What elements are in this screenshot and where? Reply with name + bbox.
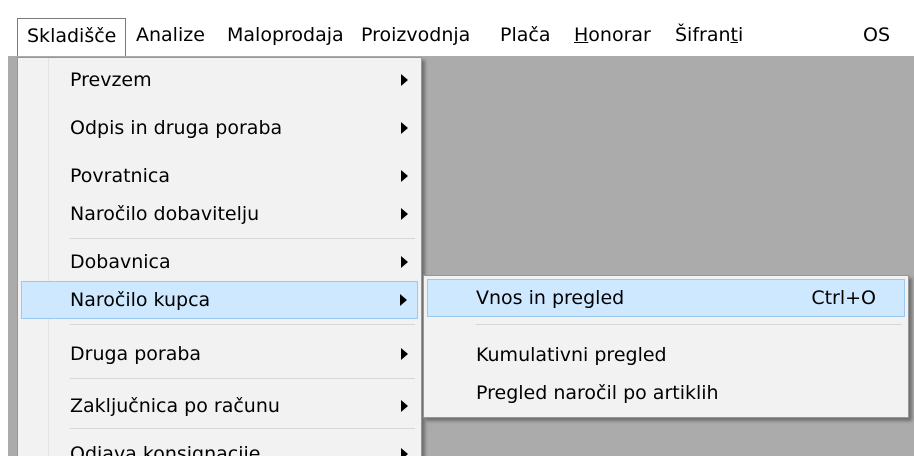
menu-separator (70, 324, 415, 325)
menu-item-povratnica[interactable]: Povratnica (21, 157, 418, 195)
menu-item-label: Prevzem (70, 69, 152, 91)
menubar-item-os[interactable]: OS (863, 18, 890, 52)
submenu-arrow-icon (401, 208, 408, 220)
menu-separator (70, 238, 415, 239)
menu-item-label: Odjava konsignacije (70, 443, 261, 456)
menubar-item-proizvodnja[interactable]: Proizvodnja (361, 18, 470, 52)
submenu-arrow-icon (401, 348, 408, 360)
submenu-arrow-icon (401, 256, 408, 268)
menu-item-label: Naročilo kupca (70, 289, 211, 311)
menu-item-prevzem[interactable]: Prevzem (21, 61, 418, 99)
menubar-item-sifranti-accesskey: t (730, 24, 738, 46)
keyboard-shortcut: Ctrl+O (811, 287, 876, 309)
submenu-arrow-icon (400, 294, 407, 306)
submenu-arrow-icon (401, 122, 408, 134)
menu-item-odpis[interactable]: Odpis in druga poraba (21, 109, 418, 147)
menubar-item-honorar-rest: onorar (588, 24, 651, 46)
menu-separator (476, 324, 902, 325)
application-window: Skladišče Analize Maloprodaja Proizvodnj… (0, 0, 914, 456)
menu-item-narocilo-kupca[interactable]: Naročilo kupca (21, 281, 418, 319)
submenu-item-label: Pregled naročil po artiklih (476, 382, 719, 404)
menu-item-label: Dobavnica (70, 251, 171, 273)
menubar-item-maloprodaja[interactable]: Maloprodaja (227, 18, 344, 52)
menu-separator (70, 378, 415, 379)
menu-item-label: Odpis in druga poraba (70, 117, 283, 139)
submenu-item-vnos-in-pregled[interactable]: Vnos in pregled Ctrl+O (427, 279, 905, 317)
menubar-item-skladisce[interactable]: Skladišče (17, 18, 127, 58)
menu-item-dobavnica[interactable]: Dobavnica (21, 243, 418, 281)
menubar-item-placa[interactable]: Plača (500, 18, 550, 52)
menubar-item-sifranti-end: i (737, 24, 744, 46)
menubar-item-honorar[interactable]: Honorar (574, 18, 651, 52)
menubar: Skladišče Analize Maloprodaja Proizvodnj… (0, 0, 914, 58)
menu-item-zakljucnica[interactable]: Zaključnica po računu (21, 387, 418, 425)
submenu-item-pregled-narocil-po-artiklih[interactable]: Pregled naročil po artiklih (427, 374, 905, 412)
submenu-narocilo-kupca: Vnos in pregled Ctrl+O Kumulativni pregl… (423, 275, 909, 418)
menu-item-label: Zaključnica po računu (70, 395, 280, 417)
menu-item-label: Druga poraba (70, 343, 202, 365)
menubar-item-sifranti[interactable]: Šifranti (675, 18, 743, 52)
menubar-item-analize[interactable]: Analize (136, 18, 205, 52)
submenu-arrow-icon (401, 74, 408, 86)
submenu-arrow-icon (401, 170, 408, 182)
submenu-item-kumulativni-pregled[interactable]: Kumulativni pregled (427, 336, 905, 374)
window-left-edge (0, 56, 8, 456)
submenu-arrow-icon (401, 448, 408, 456)
dropdown-menu-skladisce: Prevzem Odpis in druga poraba Povratnica… (17, 57, 422, 456)
menu-item-label: Naročilo dobavitelju (70, 203, 260, 225)
menu-item-druga-poraba[interactable]: Druga poraba (21, 335, 418, 373)
submenu-item-label: Vnos in pregled (476, 287, 625, 309)
menubar-item-honorar-accesskey: H (574, 24, 589, 46)
submenu-item-label: Kumulativni pregled (476, 344, 667, 366)
menubar-item-sifranti-start: Šifran (675, 24, 731, 46)
menu-separator (70, 428, 415, 429)
menu-item-narocilo-dobavitelju[interactable]: Naročilo dobavitelju (21, 195, 418, 233)
menu-item-label: Povratnica (70, 165, 170, 187)
menu-item-odjava-konsignacije[interactable]: Odjava konsignacije (21, 435, 418, 456)
submenu-arrow-icon (401, 400, 408, 412)
